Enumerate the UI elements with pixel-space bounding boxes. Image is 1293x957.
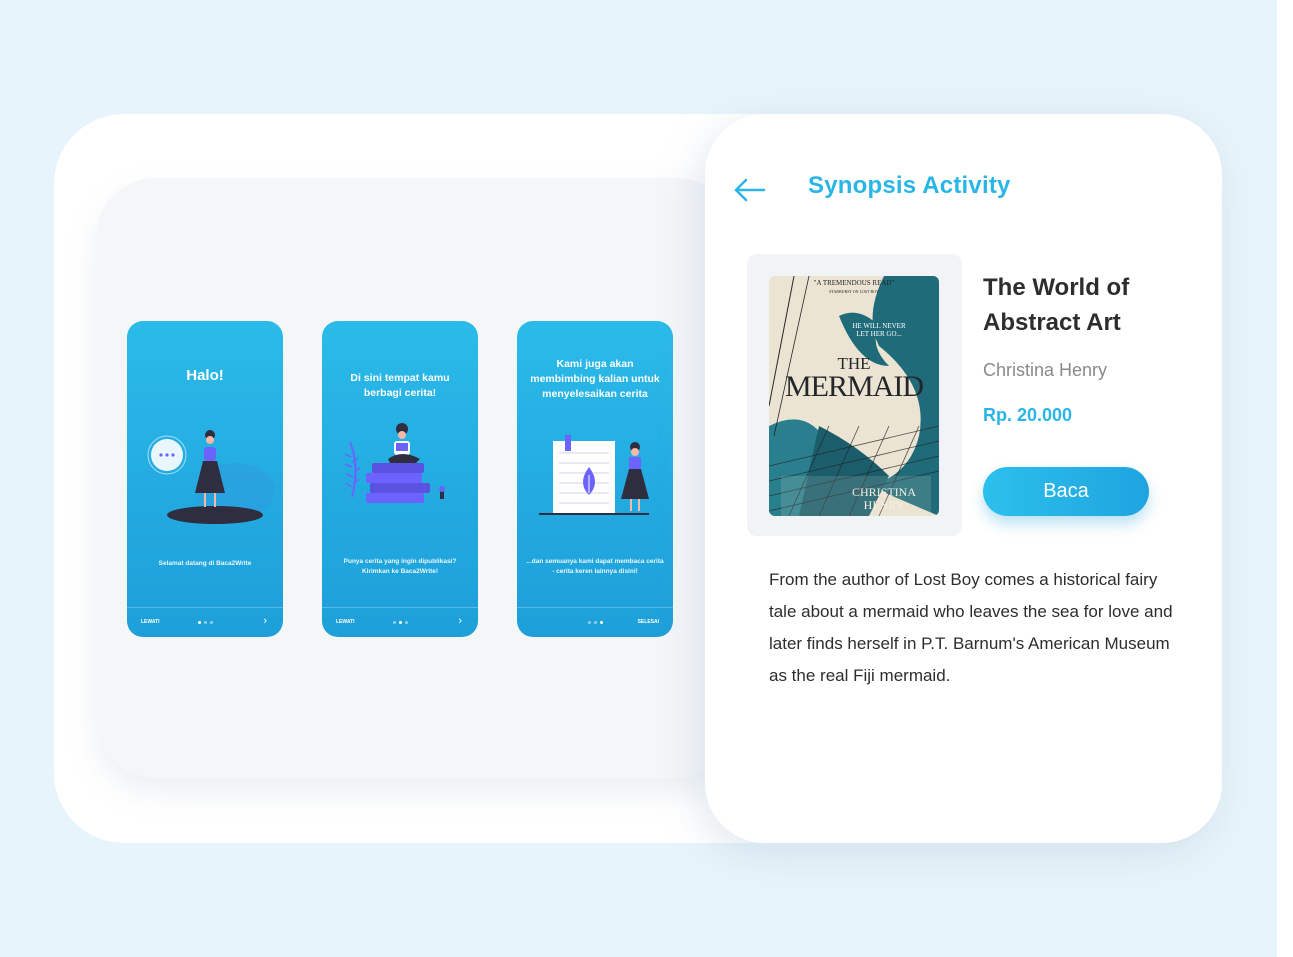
onboarding-screen-2: Di sini tempat kamu berbagi cerita! Puny… <box>322 321 478 637</box>
finish-button[interactable]: SELESAI <box>638 619 659 625</box>
page-dot <box>203 621 207 624</box>
page-dot <box>209 621 213 624</box>
onboarding-footer: LEWATI › <box>322 607 478 637</box>
welcome-illustration <box>147 430 275 524</box>
onboarding-footer: LEWATI › <box>127 607 283 637</box>
page-dot <box>404 621 408 624</box>
onboarding-footer: SELESAI <box>517 607 673 637</box>
guidance-illustration <box>539 435 649 515</box>
cover-tagline: HE WILL NEVER LET HER GO... <box>852 322 906 338</box>
onboarding-title: Di sini tempat kamu berbagi cerita! <box>350 372 450 399</box>
cover-title: MERMAID <box>784 370 924 403</box>
chevron-right-icon[interactable]: › <box>458 615 462 627</box>
page-indicator <box>127 621 283 624</box>
chevron-right-icon[interactable]: › <box>263 615 267 627</box>
onboarding-title: Kami juga akan membimbing kalian untuk m… <box>530 358 660 400</box>
page-dot <box>398 621 402 624</box>
page-title: Synopsis Activity <box>808 172 1011 199</box>
page-dot <box>599 621 603 624</box>
book-author: Christina Henry <box>983 360 1108 380</box>
arrow-left-icon[interactable] <box>732 172 768 208</box>
page-indicator <box>322 621 478 624</box>
reading-illustration <box>344 423 445 503</box>
page-dot <box>392 621 396 624</box>
page-edge <box>1277 0 1293 957</box>
onboarding-caption: Punya cerita yang ingin dipublikasi? Kir… <box>343 558 457 575</box>
cover-author-line: HENRY <box>863 498 905 512</box>
onboarding-screen-1: Halo! Selamat datang di Baca2Write LEWAT… <box>127 321 283 637</box>
page-dot <box>593 621 597 624</box>
page-dot <box>197 621 201 624</box>
synopsis-text: From the author of Lost Boy comes a hist… <box>769 570 1173 685</box>
book-title: The World of Abstract Art <box>983 274 1130 336</box>
onboarding-screen-3: Kami juga akan membimbing kalian untuk m… <box>517 321 673 637</box>
read-button[interactable]: Baca <box>983 467 1149 516</box>
onboarding-caption: Selamat datang di Baca2Write <box>158 560 252 567</box>
onboarding-caption: ...dan semuanya kami dapat membaca cerit… <box>526 558 664 575</box>
page-dot <box>587 621 591 624</box>
book-cover: "A TREMENDOUS READ" STARBURST ON LOST BO… <box>769 276 939 516</box>
cover-quote-source: STARBURST ON LOST BOY <box>829 289 879 294</box>
cover-author: CHRISTINA HENRY <box>829 486 939 512</box>
cover-quote: "A TREMENDOUS READ" <box>813 279 895 287</box>
onboarding-title: Halo! <box>186 367 224 384</box>
book-price: Rp. 20.000 <box>983 405 1073 425</box>
